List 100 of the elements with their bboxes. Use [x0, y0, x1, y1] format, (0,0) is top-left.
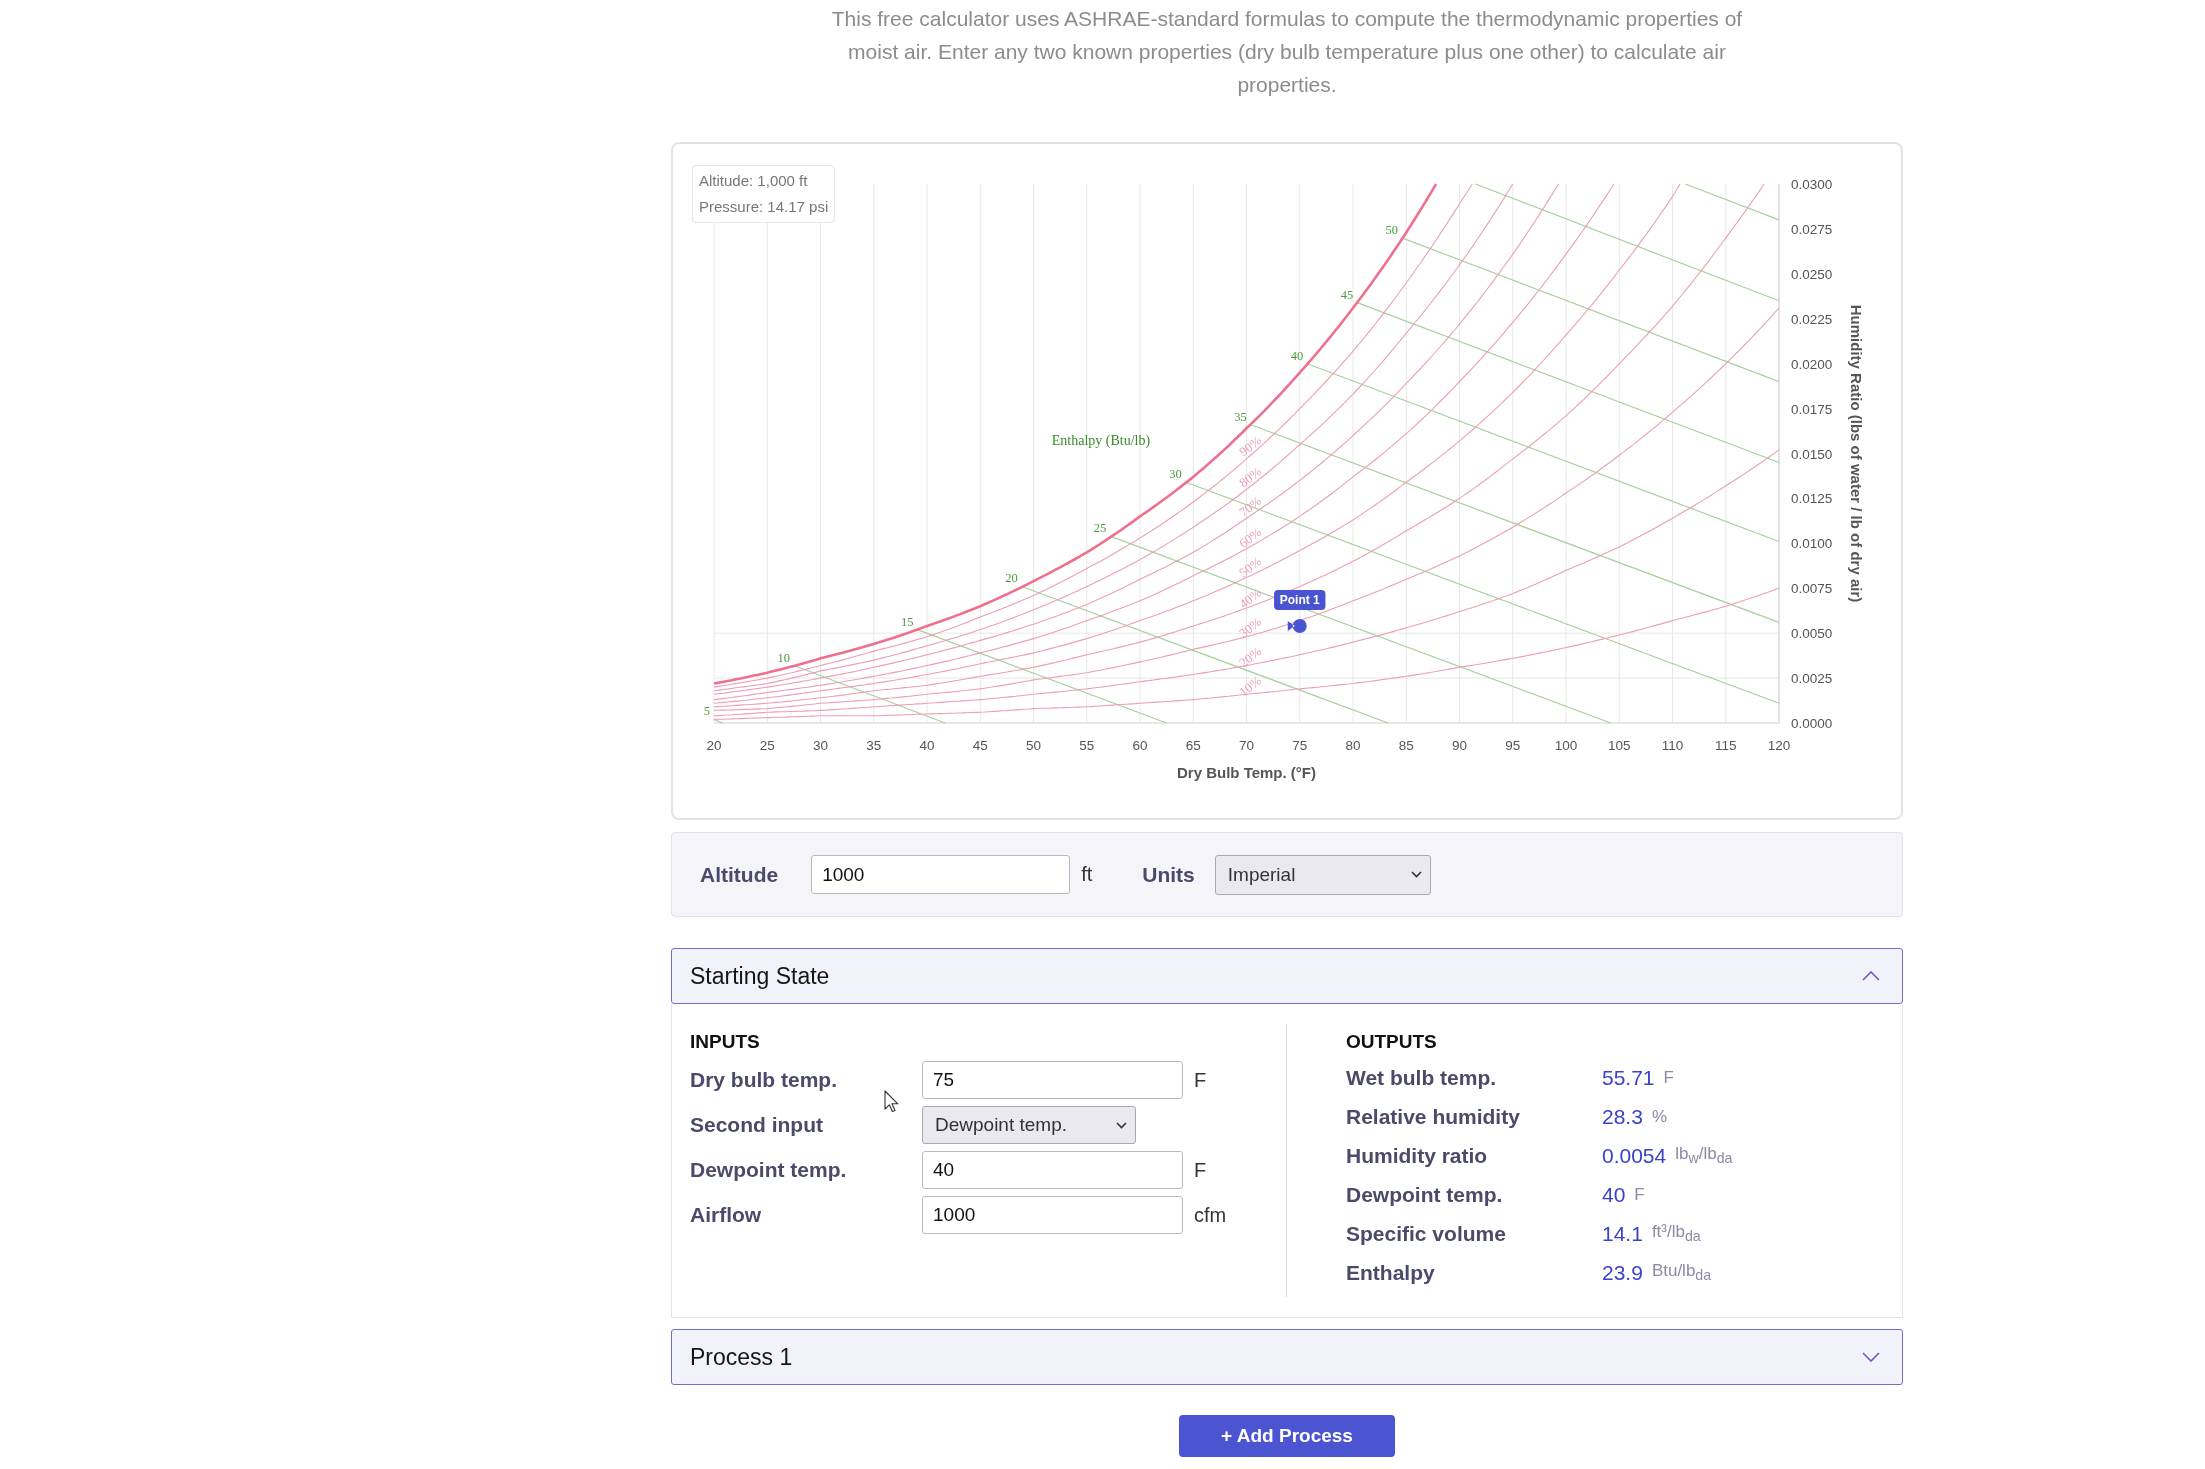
y-axis-tick-label: 0.0125 [1791, 491, 1833, 507]
point-marker-icon[interactable] [1287, 619, 1307, 633]
x-axis-tick-label: 120 [1767, 738, 1791, 753]
chart-annotation: Enthalpy (Btu/lb) [1051, 433, 1151, 448]
section-header[interactable]: Process 1 [671, 1329, 1903, 1385]
output-label: Enthalpy [1346, 1260, 1436, 1285]
x-axis-tick-label: 115 [1715, 738, 1737, 753]
x-axis-title: Dry Bulb Temp. (°F) [1176, 764, 1317, 781]
y-axis-tick-label: 0.0175 [1791, 401, 1833, 417]
y-axis-tick-label: 0.0150 [1791, 446, 1833, 462]
outputs-heading: OUTPUTS [1346, 1030, 1438, 1054]
y-axis-tick-label: 0.0275 [1791, 221, 1833, 237]
x-axis-tick-label: 85 [1398, 738, 1414, 753]
altitude-label: Altitude [700, 862, 779, 887]
x-axis-tick-label: 80 [1345, 738, 1361, 753]
output-unit: ft³/lb$_{da}$ [1651, 1222, 1701, 1245]
y-axis-tick-label: 0.0000 [1791, 716, 1833, 731]
x-axis-tick-label: 25 [759, 738, 775, 753]
humidity-label: 80% [1236, 463, 1265, 491]
enthalpy-label: 35 [1234, 409, 1247, 424]
x-axis-tick-label: 30 [813, 738, 828, 753]
humidity-label: 70% [1236, 493, 1265, 520]
caret-icon [1116, 1121, 1127, 1129]
output-unit: F [1634, 1184, 1645, 1205]
altitude-unit: ft [1081, 863, 1093, 886]
x-axis-tick-label: 110 [1661, 738, 1684, 753]
x-axis-tick-label: 20 [706, 738, 722, 753]
output-value: 28.3 [1602, 1104, 1643, 1129]
humidity-label: 30% [1236, 614, 1265, 641]
output-label: Specific volume [1346, 1221, 1507, 1246]
input-label: Airflow [690, 1203, 763, 1227]
x-axis-tick-label: 100 [1554, 738, 1578, 753]
humidity-label: 60% [1236, 524, 1265, 551]
units-label: Units [1142, 862, 1195, 887]
unit-label: F [1194, 1158, 1207, 1182]
enthalpy-label: 5 [703, 704, 710, 719]
output-value: 14.1 [1602, 1221, 1643, 1246]
unit-label: cfm [1194, 1203, 1227, 1227]
output-unit: % [1651, 1106, 1667, 1127]
units-select[interactable]: Imperial [1214, 854, 1431, 895]
output-label: Humidity ratio [1346, 1143, 1489, 1168]
unit-label: F [1194, 1068, 1207, 1092]
x-axis-tick-label: 55 [1079, 738, 1095, 753]
input-label: Dry bulb temp. [690, 1068, 838, 1092]
enthalpy-label: 15 [900, 614, 914, 629]
y-axis-tick-label: 0.0100 [1791, 536, 1833, 552]
output-value: 23.9 [1602, 1260, 1643, 1285]
output-value: 55.71 [1602, 1065, 1655, 1090]
x-axis-tick-label: 40 [919, 738, 935, 753]
output-value: 0.0054 [1602, 1143, 1667, 1168]
output-unit: lb$_{w}$/lb$_{da}$ [1675, 1144, 1733, 1167]
chart-info-text: Altitude: 1,000 ft [699, 171, 809, 191]
section-header[interactable]: Starting State [671, 948, 1903, 1004]
x-axis-tick-label: 60 [1132, 738, 1148, 753]
mouse-pointer-icon [884, 1090, 899, 1113]
add-process-button[interactable]: + Add Process [1179, 1415, 1395, 1457]
x-axis-tick-label: 70 [1239, 738, 1254, 753]
enthalpy-label: 40 [1290, 348, 1304, 363]
output-unit: Btu/lb$_{da}$ [1651, 1261, 1712, 1284]
input-field[interactable]: 1000 [922, 1196, 1183, 1234]
input-field[interactable]: 75 [922, 1061, 1183, 1099]
input-label: Dewpoint temp. [690, 1158, 848, 1182]
y-axis-tick-label: 0.0075 [1791, 581, 1833, 597]
chart-info-text: Pressure: 14.17 psi [699, 197, 829, 217]
y-axis-tick-label: 0.0250 [1791, 266, 1833, 282]
enthalpy-label: 45 [1340, 287, 1354, 302]
y-axis-tick-label: 0.0225 [1791, 311, 1833, 327]
y-axis-tick-label: 0.0025 [1791, 671, 1833, 687]
output-label: Wet bulb temp. [1346, 1065, 1498, 1090]
altitude-input[interactable]: 1000 [811, 855, 1071, 894]
enthalpy-label: 50 [1385, 222, 1398, 237]
x-axis-tick-label: 45 [972, 738, 988, 753]
point-label: Point 1 [1274, 590, 1326, 610]
humidity-label: 50% [1236, 553, 1265, 581]
x-axis-tick-label: 95 [1505, 738, 1521, 753]
humidity-label: 90% [1236, 432, 1265, 459]
enthalpy-label: 20 [1005, 571, 1018, 586]
annotation: Point 1 [1279, 592, 1321, 607]
x-axis-tick-label: 50 [1026, 738, 1041, 753]
y-axis-tick-label: 0.0200 [1791, 356, 1833, 372]
enthalpy-label: 25 [1093, 521, 1107, 536]
x-axis-tick-label: 105 [1608, 738, 1631, 753]
humidity-label: 10% [1236, 672, 1265, 700]
enthalpy-label: 30 [1169, 467, 1182, 482]
y-axis-title: Humidity Ratio (lbs of water / lb of dry air) [1848, 304, 1865, 603]
output-label: Relative humidity [1346, 1104, 1521, 1129]
dropdown-select[interactable]: Dewpoint temp. [922, 1106, 1136, 1144]
x-axis-tick-label: 65 [1185, 738, 1201, 753]
x-axis-tick-label: 90 [1452, 738, 1467, 753]
humidity-label: 20% [1236, 643, 1265, 670]
enthalpy-label: 10 [777, 650, 790, 665]
inputs-heading: INPUTS [690, 1030, 761, 1054]
y-axis-tick-label: 0.0300 [1791, 177, 1833, 192]
x-axis-tick-label: 35 [866, 738, 882, 753]
output-label: Dewpoint temp. [1346, 1182, 1504, 1207]
output-unit: F [1663, 1067, 1674, 1088]
input-field[interactable]: 40 [922, 1151, 1183, 1189]
humidity-label: 40% [1236, 584, 1265, 612]
output-value: 40 [1602, 1182, 1626, 1207]
x-axis-tick-label: 75 [1292, 738, 1308, 753]
